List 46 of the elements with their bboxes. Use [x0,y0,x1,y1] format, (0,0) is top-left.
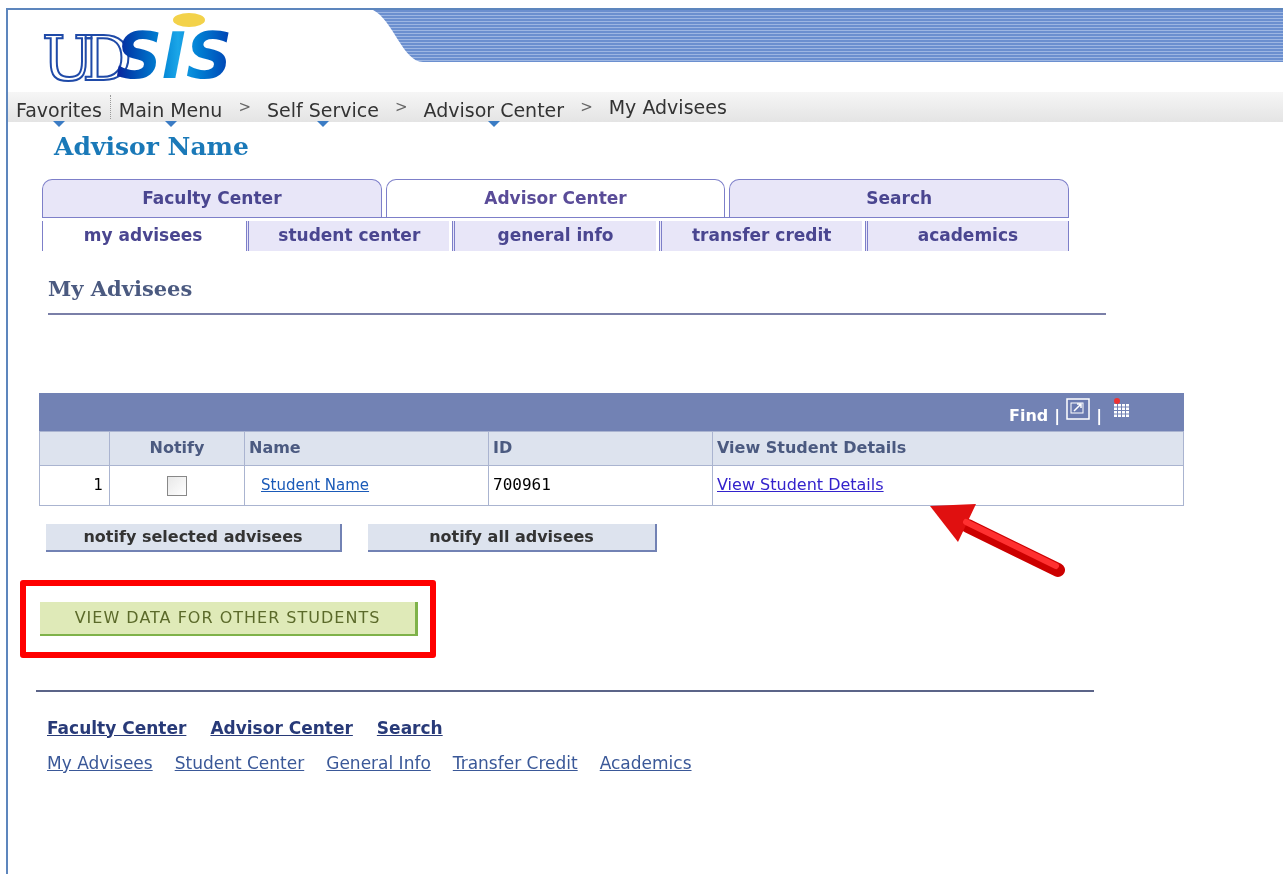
subtab[interactable]: general info [452,221,656,251]
view-details-link[interactable]: View Student Details [717,475,884,494]
footer-link[interactable]: Faculty Center [47,715,187,741]
dropdown-arrow-icon [52,121,65,127]
breadcrumb-item[interactable]: Favorites [16,99,102,127]
subtab[interactable]: academics [864,221,1069,251]
breadcrumb-separator: > [238,96,251,118]
advisor-name: Advisor Name [54,134,250,159]
breadcrumb-item[interactable]: Self Service [267,99,379,127]
subtab[interactable]: transfer credit [658,221,862,251]
breadcrumb-separator: > [394,96,408,118]
tab[interactable]: Search [729,179,1069,217]
footer-link[interactable]: Advisor Center [210,715,353,741]
find-link[interactable]: Find [1009,403,1049,428]
footer-link[interactable]: Search [376,715,443,741]
column-header: Name [244,431,489,465]
breadcrumb-separator: > [580,96,593,118]
tab[interactable]: Faculty Center [42,179,382,217]
row-number: 1 [39,465,110,505]
footer-sublink[interactable]: Student Center [174,751,305,777]
view-other-students-button[interactable]: VIEW DATA FOR OTHER STUDENTS [40,601,418,636]
divider-mark: | [1096,404,1102,427]
notify-checkbox[interactable] [167,475,187,496]
footer-sublink[interactable]: General Info [326,751,431,777]
notify-button[interactable]: notify selected advisees [46,523,342,552]
column-header: ID [488,431,713,465]
tab[interactable]: Advisor Center [385,179,726,217]
breadcrumb-item[interactable]: Advisor Center [423,99,565,127]
page-title: My Advisees [48,273,1106,315]
footer-sublink[interactable]: Academics [599,751,692,777]
breadcrumb-item[interactable]: My Advisees [608,96,727,118]
footer-sublink[interactable]: Transfer Credit [452,751,578,777]
footer-sublink[interactable]: My Advisees [47,751,153,777]
dropdown-arrow-icon [164,121,177,127]
dropdown-arrow-icon [487,121,500,127]
subtab[interactable]: student center [246,221,450,251]
spreadsheet-icon[interactable] [1112,397,1132,418]
divider-mark: | [1054,404,1061,427]
notify-button[interactable]: notify all advisees [368,523,657,552]
column-header: View Student Details [712,431,1184,465]
student-id: 700961 [488,465,713,505]
breadcrumb-item[interactable]: Main Menu [118,99,223,127]
dropdown-arrow-icon [316,121,329,127]
logo-dot-icon [172,12,206,28]
zoom-grid-icon[interactable] [1066,397,1091,420]
column-header: Notify [109,431,245,465]
